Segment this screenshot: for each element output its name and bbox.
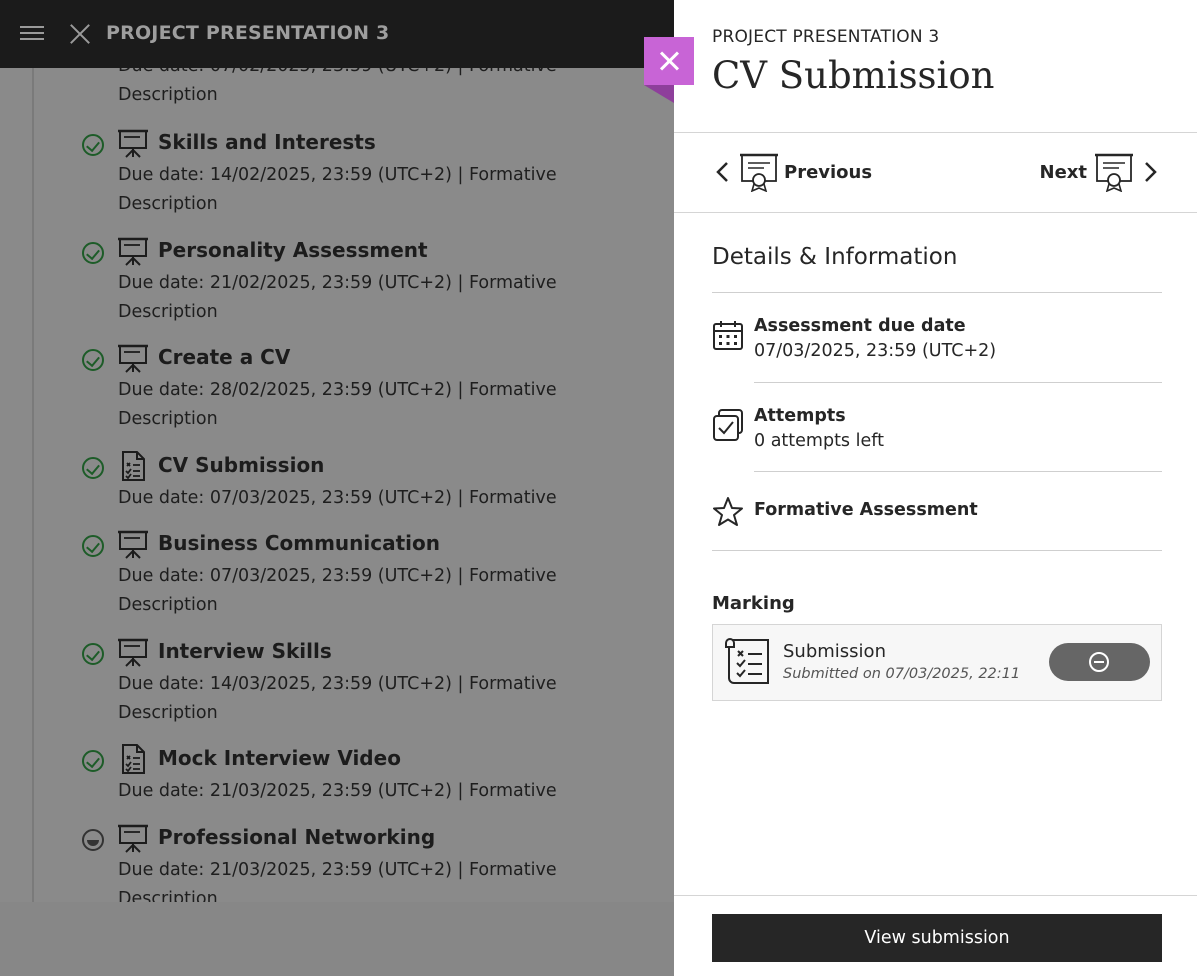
next-button[interactable]: Next (1040, 151, 1162, 193)
panel-header: PROJECT PRESENTATION 3 CV Submission (674, 0, 1197, 133)
chevron-left-icon (716, 162, 728, 182)
course-footer-area (0, 902, 674, 976)
previous-label: Previous (784, 161, 873, 183)
item-meta: Due date: 14/03/2025, 23:59 (UTC+2) | Fo… (118, 674, 557, 694)
previous-button[interactable]: Previous (712, 151, 872, 193)
item-meta: Due date: 21/03/2025, 23:59 (UTC+2) | Fo… (118, 781, 557, 801)
course-items: Skills and Interests Due date: 14/02/2025… (0, 0, 674, 902)
completed-check-icon (82, 242, 104, 264)
calendar-icon (713, 321, 743, 350)
certificate-icon (1095, 153, 1133, 192)
item-description[interactable]: Description (118, 595, 218, 615)
star-icon (713, 497, 743, 526)
item-title[interactable]: Personality Assessment (158, 238, 428, 262)
item-title[interactable]: Create a CV (158, 345, 290, 369)
presentation-icon (118, 128, 148, 158)
panel-footer: View submission (674, 895, 1197, 976)
certificate-icon (740, 153, 778, 192)
panel-kicker: PROJECT PRESENTATION 3 (712, 27, 940, 47)
divider (754, 382, 1162, 383)
attempts-row: Attempts 0 attempts left (712, 406, 1162, 466)
item-title[interactable]: Skills and Interests (158, 130, 376, 154)
item-description[interactable]: Description (118, 302, 218, 322)
assessment-type-row: Formative Assessment (712, 496, 1162, 528)
item-title[interactable]: Interview Skills (158, 639, 332, 663)
submission-checklist-icon (725, 638, 769, 684)
page-title: CV Submission (712, 54, 995, 97)
presentation-icon (118, 823, 148, 853)
item-description[interactable]: Description (118, 889, 218, 902)
view-submission-button[interactable]: View submission (712, 914, 1162, 962)
item-meta: Due date: 07/03/2025, 23:59 (UTC+2) | Fo… (118, 488, 557, 508)
submission-card: Submission Submitted on 07/03/2025, 22:1… (712, 624, 1162, 701)
item-description[interactable]: Description (118, 703, 218, 723)
presentation-icon (118, 529, 148, 559)
details-panel: PROJECT PRESENTATION 3 CV Submission Pre… (674, 0, 1197, 976)
presentation-icon (118, 343, 148, 373)
presentation-icon (118, 637, 148, 667)
minus-circle-icon (1089, 652, 1109, 672)
assignment-icon (118, 451, 148, 481)
item-meta: Due date: 21/02/2025, 23:59 (UTC+2) | Fo… (118, 273, 557, 293)
completed-check-icon (82, 643, 104, 665)
close-panel-button[interactable] (644, 37, 694, 85)
submission-title: Submission (783, 641, 886, 662)
details-section-title: Details & Information (712, 244, 958, 270)
item-description[interactable]: Description (118, 194, 218, 214)
divider (712, 292, 1162, 293)
due-date-row: Assessment due date 07/03/2025, 23:59 (U… (712, 316, 1162, 376)
completed-check-icon (82, 134, 104, 156)
item-title[interactable]: Professional Networking (158, 825, 435, 849)
attempts-label: Attempts (754, 406, 846, 426)
item-meta: Due date: 14/02/2025, 23:59 (UTC+2) | Fo… (118, 165, 557, 185)
completed-check-icon (82, 349, 104, 371)
completed-check-icon (82, 750, 104, 772)
completed-check-icon (82, 457, 104, 479)
item-meta: Due date: 28/02/2025, 23:59 (UTC+2) | Fo… (118, 380, 557, 400)
assessment-type-label: Formative Assessment (754, 500, 978, 520)
item-title[interactable]: Mock Interview Video (158, 746, 401, 770)
submission-timestamp: Submitted on 07/03/2025, 22:11 (783, 666, 1021, 682)
close-tab-fold (644, 85, 674, 103)
marking-title: Marking (712, 593, 795, 614)
next-label: Next (1039, 161, 1088, 183)
item-navigation: Previous Next (674, 133, 1197, 213)
item-title[interactable]: CV Submission (158, 453, 324, 477)
presentation-icon (118, 236, 148, 266)
assignment-icon (118, 744, 148, 774)
in-progress-icon (82, 829, 104, 851)
divider (754, 471, 1162, 472)
divider (712, 550, 1162, 551)
submission-status-badge[interactable] (1049, 643, 1150, 681)
item-description[interactable]: Description (118, 409, 218, 429)
due-date-value: 07/03/2025, 23:59 (UTC+2) (754, 341, 997, 361)
chevron-right-icon (1145, 162, 1157, 182)
attempts-checkbox-icon (713, 409, 743, 441)
completed-check-icon (82, 535, 104, 557)
item-title[interactable]: Business Communication (158, 531, 440, 555)
due-date-label: Assessment due date (754, 316, 966, 336)
item-meta: Due date: 07/03/2025, 23:59 (UTC+2) | Fo… (118, 566, 557, 586)
item-meta: Due date: 21/03/2025, 23:59 (UTC+2) | Fo… (118, 860, 557, 880)
attempts-value: 0 attempts left (754, 431, 884, 451)
